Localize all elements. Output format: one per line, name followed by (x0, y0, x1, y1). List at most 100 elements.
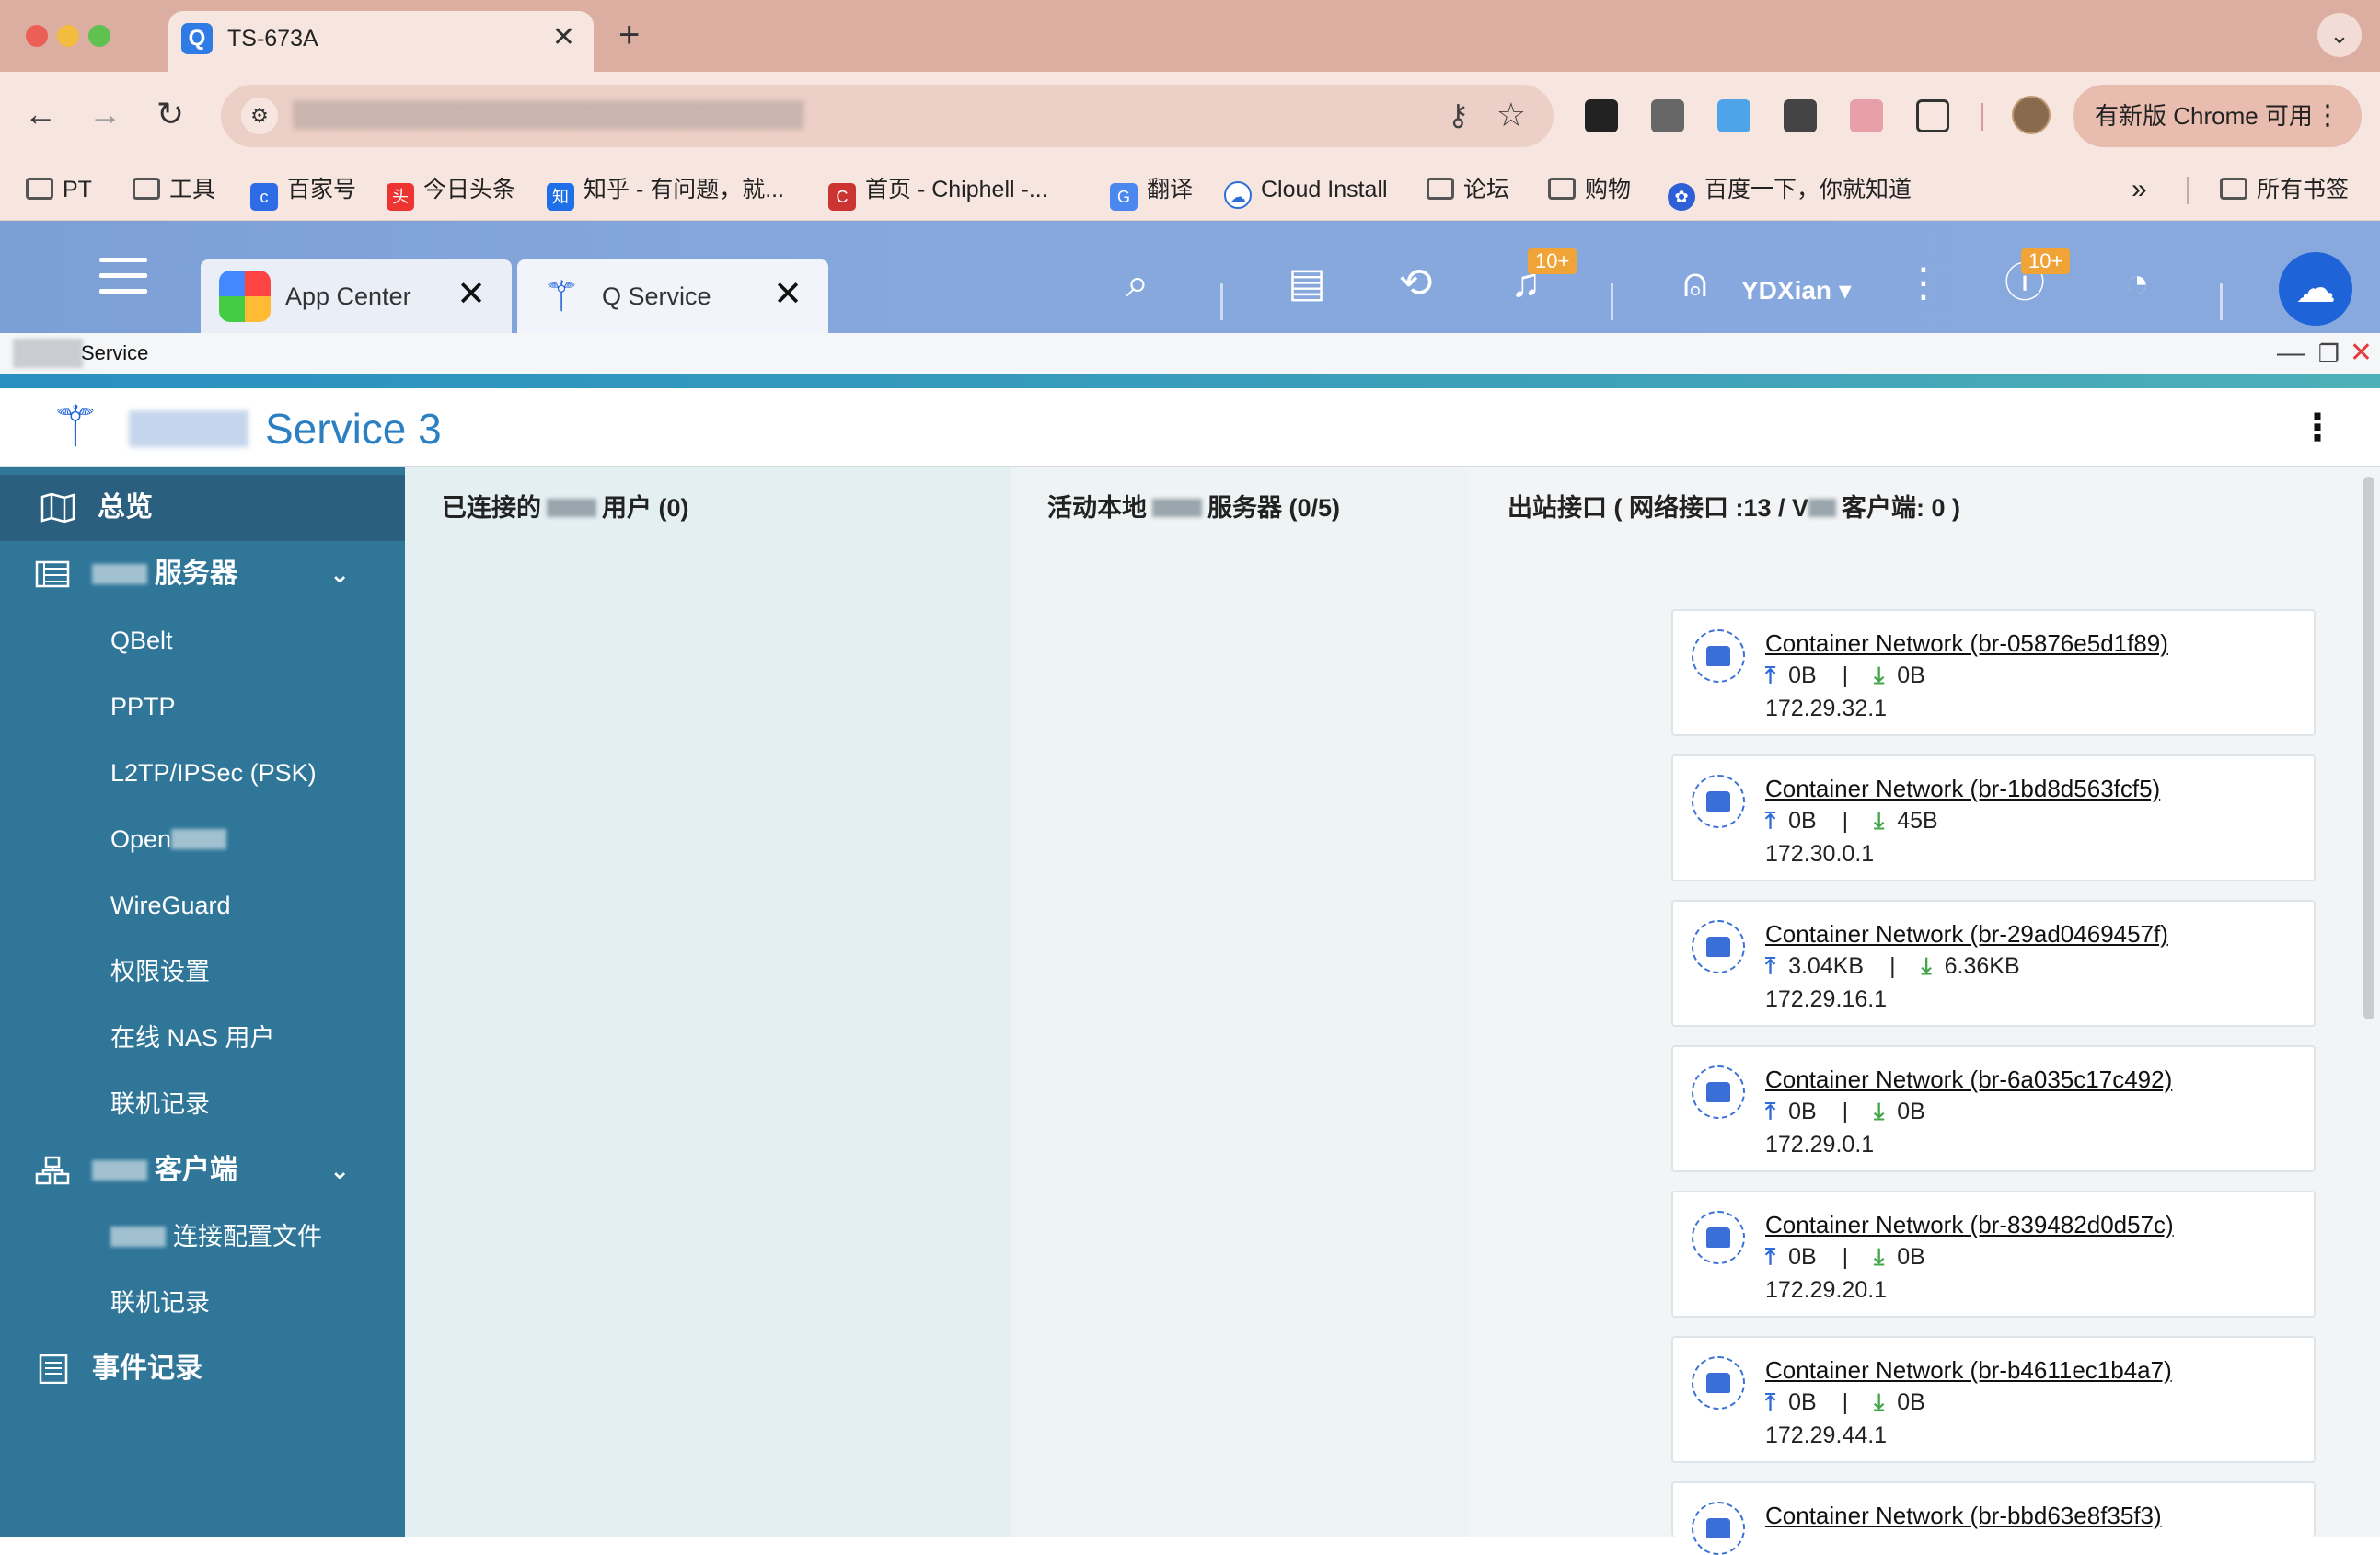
interface-ip: 172.29.32.1 (1765, 696, 1888, 721)
all-bookmarks[interactable]: 所有书签 (2220, 173, 2349, 206)
close-icon[interactable]: ✕ (456, 276, 486, 313)
bookmark-star-icon[interactable]: ☆ (1496, 96, 1526, 134)
close-icon[interactable]: ✕ (773, 276, 803, 313)
bookmark-item[interactable]: PT (26, 173, 92, 206)
interface-name-link[interactable]: Container Network (br-b4611ec1b4a7) (1765, 1354, 2172, 1386)
chevron-down-icon[interactable]: ⌄ (329, 541, 350, 607)
address-bar[interactable]: ⚙ ▒▒▒▒▒▒▒▒▒▒▒▒▒▒▒▒▒▒▒▒▒▒▒▒▒▒▒▒ ⚷ ☆ (221, 85, 1554, 147)
interface-card[interactable]: Container Network (br-b4611ec1b4a7) ⤒ 0B |… (1671, 1336, 2316, 1463)
bookmark-item[interactable]: 头今日头条 (387, 173, 515, 211)
search-icon[interactable]: ⌕ (1110, 263, 1165, 304)
download-arrow-icon: ⤓ (1874, 808, 1885, 834)
tab-close-icon[interactable]: ✕ (552, 22, 575, 53)
back-arrow-icon[interactable]: ← (24, 92, 57, 136)
notification-badge: 10+ (1528, 248, 1577, 274)
more-bookmarks-chevron-icon[interactable]: » (2132, 173, 2147, 206)
sidebar-item-wireguard[interactable]: WireGuard (0, 872, 405, 939)
password-key-icon[interactable]: ⚷ (1448, 98, 1469, 132)
sidebar-item-online-users[interactable]: 在线 NAS 用户 (0, 1005, 405, 1071)
sync-icon[interactable]: ⟲ (1388, 263, 1443, 304)
bookmark-item[interactable]: ☁ Cloud Install (1224, 173, 1388, 209)
folder-icon (2220, 178, 2247, 200)
blurred-text (547, 499, 596, 517)
minimize-window-button[interactable] (57, 25, 79, 47)
bookmark-item[interactable]: ✿ 百度一下，你就知道 (1668, 173, 1912, 211)
bookmark-item[interactable]: C 首页 - Chiphell -... (828, 173, 1048, 211)
browser-tab[interactable]: Q TS-673A ✕ (168, 11, 594, 72)
bookmark-item[interactable]: G 翻译 (1110, 173, 1193, 211)
sidebar-item-event-log[interactable]: 事件记录 (0, 1336, 405, 1402)
blurred-text (92, 1160, 147, 1181)
extension-1-icon[interactable] (1585, 99, 1618, 132)
extension-4-icon[interactable] (1784, 99, 1817, 132)
extensions-puzzle-icon[interactable] (1916, 99, 1949, 132)
upload-arrow-icon: ⤒ (1765, 808, 1776, 834)
restore-icon[interactable]: ❐ (2318, 337, 2340, 370)
extension-shield-icon[interactable] (1651, 99, 1684, 132)
minimize-icon[interactable]: — (2277, 337, 2305, 370)
interface-card[interactable]: Container Network (br-29ad0469457f) ⤒ 3.0… (1671, 900, 2316, 1027)
bookmark-item[interactable]: 购物 (1548, 173, 1631, 206)
interface-name-link[interactable]: Container Network (br-29ad0469457f) (1765, 918, 2168, 950)
interface-card[interactable]: Container Network (br-1bd8d563fcf5) ⤒ 0B |… (1671, 754, 2316, 881)
sidebar-item-vpn-server[interactable]: 服务器 ⌄ (0, 541, 405, 607)
interface-card[interactable]: Container Network (br-6a035c17c492) ⤒ 0B |… (1671, 1045, 2316, 1172)
myqnapcloud-icon[interactable]: ☁ (2279, 252, 2352, 326)
bookmark-item[interactable]: 知知乎 - 有问题，就... (547, 173, 784, 211)
tab-search-chevron-icon[interactable]: ⌄ (2317, 13, 2362, 57)
more-vert-icon[interactable]: ⋮ (2314, 85, 2341, 147)
more-options-icon[interactable]: ⋮ (1896, 263, 1951, 304)
upload-arrow-icon: ⤒ (1765, 1389, 1776, 1415)
scrollbar[interactable] (2363, 477, 2374, 1019)
interface-card[interactable]: Container Network (br-05876e5d1f89) ⤒ 0B |… (1671, 609, 2316, 736)
bookmark-item[interactable]: 工具 (133, 173, 215, 206)
bookmark-item[interactable]: c 百家号 (250, 173, 356, 211)
extension-translate-icon[interactable] (1717, 99, 1750, 132)
resource-monitor-gauge-icon[interactable]: ◔ (2109, 263, 2165, 304)
interface-name-link[interactable]: Container Network (br-6a035c17c492) (1765, 1064, 2172, 1095)
interface-traffic: ⤒ 0B | ⤓ 0B (1765, 1244, 1925, 1270)
user-menu[interactable]: YDXian ▾ (1741, 274, 1852, 307)
sidebar-item-client-logs[interactable]: 联机记录 (0, 1270, 405, 1336)
interface-name-link[interactable]: Container Network (br-05876e5d1f89) (1765, 628, 2168, 659)
interface-name-link[interactable]: Container Network (br-1bd8d563fcf5) (1765, 773, 2160, 804)
media-icon[interactable]: ▤ (1279, 263, 1334, 304)
user-icon[interactable]: ⍝ (1668, 263, 1723, 304)
interface-card[interactable]: Container Network (br-bbd63e8f35f3) (1671, 1481, 2316, 1555)
site-settings-icon[interactable]: ⚙ (241, 98, 278, 134)
interface-card[interactable]: Container Network (br-839482d0d57c) ⤒ 0B |… (1671, 1191, 2316, 1318)
sidebar-item-openvpn[interactable]: Open (0, 806, 405, 872)
app-center-icon (219, 271, 271, 322)
sidebar-item-connection-profiles[interactable]: 连接配置文件 (0, 1204, 405, 1270)
qts-tab-app-center[interactable]: App Center ✕ (201, 259, 512, 333)
reload-icon[interactable]: ↻ (156, 92, 184, 136)
main-menu-icon[interactable] (99, 258, 147, 294)
forward-arrow-icon[interactable]: → (88, 92, 121, 136)
interface-name-link[interactable]: Container Network (br-839482d0d57c) (1765, 1209, 2174, 1240)
qts-tab-vpn-service[interactable]: ⚚ Q Service ✕ (517, 259, 828, 333)
sidebar-item-l2tp[interactable]: L2TP/IPSec (PSK) (0, 740, 405, 806)
app-more-menu-icon[interactable]: ⋮ (2299, 403, 2336, 453)
upload-arrow-icon: ⤒ (1765, 1099, 1776, 1124)
sidebar-item-server-logs[interactable]: 联机记录 (0, 1071, 405, 1137)
interface-name-link[interactable]: Container Network (br-bbd63e8f35f3) (1765, 1500, 2162, 1531)
network-interface-icon (1692, 1356, 1745, 1410)
zoom-window-button[interactable] (88, 25, 110, 47)
close-window-button[interactable] (26, 25, 48, 47)
extension-bilibili-icon[interactable] (1850, 99, 1883, 132)
sidebar-item-overview[interactable]: 总览 (0, 475, 405, 541)
blurred-title-prefix (13, 339, 83, 368)
connected-users-panel: 已连接的 用户 (0) (405, 467, 1011, 1537)
sidebar-item-vpn-client[interactable]: 客户端 ⌄ (0, 1137, 405, 1204)
bookmark-item[interactable]: 论坛 (1427, 173, 1509, 206)
chrome-update-button[interactable]: 有新版 Chrome 可用 ⋮ (2073, 85, 2362, 147)
qts-tab-label: App Center (285, 282, 411, 310)
close-icon[interactable]: ✕ (2350, 337, 2373, 370)
sidebar-item-pptp[interactable]: PPTP (0, 674, 405, 740)
chevron-down-icon[interactable]: ⌄ (329, 1137, 350, 1204)
sidebar-item-qbelt[interactable]: QBelt (0, 607, 405, 674)
new-tab-button[interactable]: + (618, 17, 640, 53)
sidebar-item-privileges[interactable]: 权限设置 (0, 939, 405, 1005)
profile-avatar[interactable] (2012, 96, 2051, 134)
window-title: Service (81, 341, 149, 364)
